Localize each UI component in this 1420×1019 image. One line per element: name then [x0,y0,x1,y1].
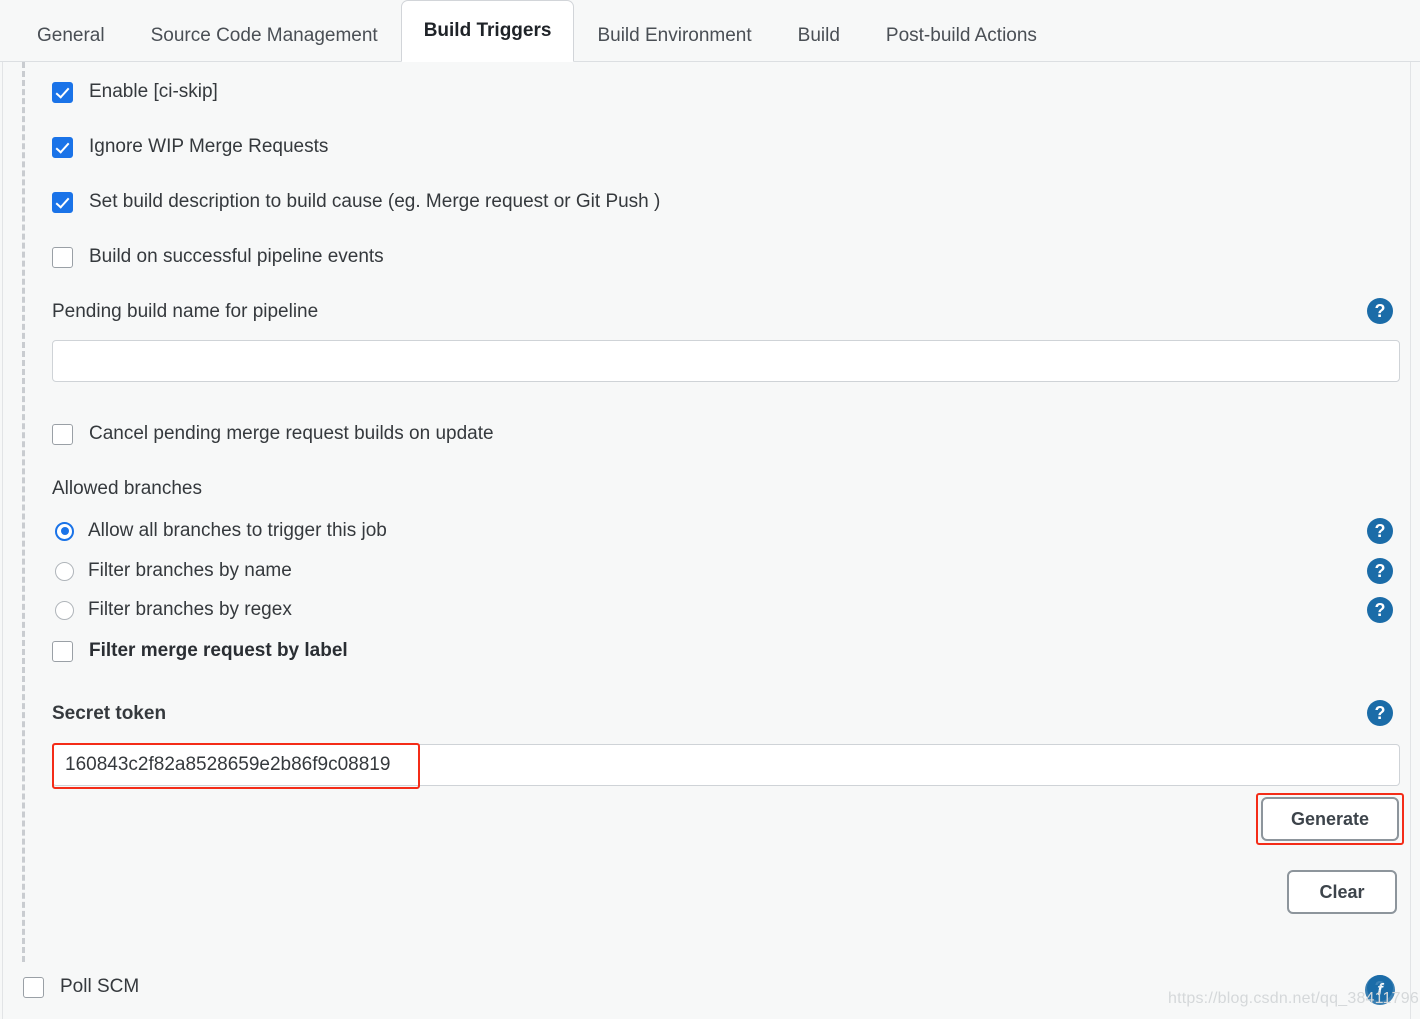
label-ignore-wip: Ignore WIP Merge Requests [89,136,328,158]
help-icon-allow-all-branches[interactable]: ? [1367,518,1393,544]
jenkins-job-config-page: General Source Code Management Build Tri… [0,0,1420,1019]
secret-token-input[interactable] [52,744,1400,786]
tab-build-environment[interactable]: Build Environment [574,9,774,61]
radio-allow-all-branches[interactable] [55,522,74,541]
label-cancel-pending: Cancel pending merge request builds on u… [89,423,494,445]
label-set-build-description: Set build description to build cause (eg… [89,191,660,213]
radio-filter-branches-by-regex[interactable] [55,601,74,620]
checkbox-row-set-build-description[interactable]: Set build description to build cause (eg… [52,191,660,213]
checkbox-poll-scm[interactable] [23,977,44,998]
checkbox-filter-merge-label[interactable] [52,641,73,662]
checkbox-build-on-pipeline[interactable] [52,247,73,268]
tab-post-build-actions[interactable]: Post-build Actions [863,9,1060,61]
tab-build[interactable]: Build [775,9,863,61]
tab-source-code-management[interactable]: Source Code Management [128,9,401,61]
config-tab-bar: General Source Code Management Build Tri… [0,0,1420,62]
label-build-on-pipeline: Build on successful pipeline events [89,246,384,268]
help-icon-filter-branches-by-name[interactable]: ? [1367,558,1393,584]
radio-row-filter-branches-by-name[interactable]: Filter branches by name [55,560,292,582]
checkbox-row-cancel-pending[interactable]: Cancel pending merge request builds on u… [52,423,494,445]
help-icon-secret-token[interactable]: ? [1367,700,1393,726]
label-allowed-branches: Allowed branches [52,478,202,500]
section-dashed-guide [22,62,25,962]
checkbox-row-build-on-pipeline[interactable]: Build on successful pipeline events [52,246,384,268]
label-filter-merge-label: Filter merge request by label [89,640,348,662]
label-pending-build-name: Pending build name for pipeline [52,301,318,323]
checkbox-ignore-wip[interactable] [52,137,73,158]
checkbox-enable-ci-skip[interactable] [52,82,73,103]
checkbox-set-build-description[interactable] [52,192,73,213]
radio-row-filter-branches-by-regex[interactable]: Filter branches by regex [55,599,292,621]
build-triggers-panel: Enable [ci-skip] Ignore WIP Merge Reques… [0,62,1420,1019]
tab-general[interactable]: General [14,9,128,61]
label-enable-ci-skip: Enable [ci-skip] [89,81,218,103]
label-allow-all-branches: Allow all branches to trigger this job [88,520,387,542]
checkbox-row-poll-scm[interactable]: Poll SCM [23,976,139,998]
label-filter-branches-by-name: Filter branches by name [88,560,292,582]
label-filter-branches-by-regex: Filter branches by regex [88,599,292,621]
radio-filter-branches-by-name[interactable] [55,562,74,581]
tab-build-triggers[interactable]: Build Triggers [401,0,575,62]
generate-button[interactable]: Generate [1261,797,1399,841]
label-poll-scm: Poll SCM [60,976,139,998]
panel-left-border [2,62,3,1019]
help-icon-pending-build-name[interactable]: ? [1367,298,1393,324]
checkbox-cancel-pending[interactable] [52,424,73,445]
radio-row-allow-all-branches[interactable]: Allow all branches to trigger this job [55,520,387,542]
label-secret-token: Secret token [52,703,166,725]
pending-build-name-input[interactable] [52,340,1400,382]
checkbox-row-ignore-wip[interactable]: Ignore WIP Merge Requests [52,136,328,158]
watermark-url: https://blog.csdn.net/qq_38411796 [1168,990,1419,1008]
clear-button[interactable]: Clear [1287,870,1397,914]
checkbox-row-filter-merge-label[interactable]: Filter merge request by label [52,640,348,662]
help-icon-filter-branches-by-regex[interactable]: ? [1367,597,1393,623]
panel-right-border [1410,62,1411,1019]
checkbox-row-enable-ci-skip[interactable]: Enable [ci-skip] [52,81,218,103]
